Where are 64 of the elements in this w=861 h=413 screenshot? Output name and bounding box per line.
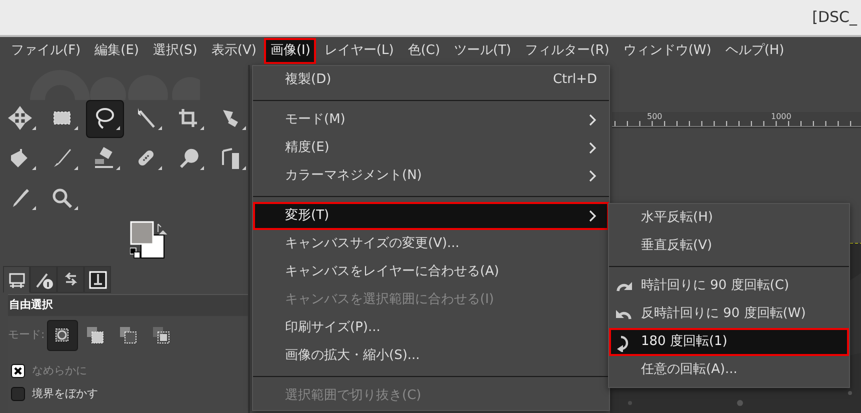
menu-item[interactable]: 印刷サイズ(P)... [253,314,609,342]
checkbox-label: 境界をぼかす [32,386,98,402]
menu-item[interactable]: カラーマネジメント(N) [253,162,609,190]
menu-item[interactable]: ウィンドウ(W) [617,38,718,64]
add-mode-icon [86,326,104,344]
menu-item-label: 時計回りに 90 度回転(C) [641,277,790,296]
menu-item[interactable]: 時計回りに 90 度回転(C) [609,272,849,300]
mode-button[interactable] [46,320,78,350]
menu-item[interactable]: キャンバスサイズの変更(V)... [253,230,609,258]
menu-item-label: 垂直反転(V) [641,237,712,256]
menu-item-label: 任意の回転(A)... [641,361,738,380]
menu-item[interactable]: 任意の回転(A)... [609,356,849,384]
menu-item[interactable]: 画像(I) [264,38,316,64]
menu-item-label: 画像の拡大・縮小(S)... [285,347,420,366]
menu-item-label: キャンバスサイズの変更(V)... [285,235,460,254]
menu-item[interactable]: 表示(V) [205,38,262,64]
checkbox-label: なめらかに [32,362,87,379]
x-icon [13,366,23,376]
menu-item-label: 印刷サイズ(P)... [285,319,380,338]
menu-item-label: 変形(T) [285,207,330,226]
menu-item-label: カラーマネジメント(N) [285,167,422,186]
menu-item-label: 選択範囲で切り抜き(C) [285,387,422,406]
window-title: [DSC_ [812,7,857,28]
menu-item-label: 180 度回転(1) [641,333,728,352]
menu-item-label: キャンバスを選択範囲に合わせる(I) [285,291,494,310]
menu-item[interactable]: レイヤー(L) [318,38,400,64]
shortcut-label: Ctrl+D [552,71,597,90]
menu-item[interactable]: 反時計回りに 90 度回転(W) [609,300,849,328]
menu-item[interactable]: ヘルプ(H) [719,38,790,64]
menu-item[interactable]: モード(M) [253,106,609,134]
menu-item-label: 複製(D) [285,71,332,90]
menu-item[interactable]: 水平反転(H) [609,204,849,232]
menu-item[interactable]: 画像の拡大・縮小(S)... [253,342,609,370]
menu-item-label: モード(M) [285,111,346,130]
menu-item[interactable]: 編集(E) [88,38,145,64]
menu-item[interactable]: 選択(S) [146,38,204,64]
menu-item[interactable]: 複製(D) Ctrl+D [253,66,609,94]
menu-item[interactable]: ファイル(F) [5,38,87,64]
panel-tab[interactable] [30,266,57,293]
intersect-mode-icon [152,326,170,344]
ruler-label: 500 [647,111,662,123]
mode-label: モード: [8,326,45,343]
panel-tab[interactable] [57,266,84,293]
menu-item[interactable]: 垂直反転(V) [609,232,849,260]
menu-item[interactable]: 精度(E) [253,134,609,162]
menu-item-label: 精度(E) [285,139,330,158]
menu-item-label: 反時計回りに 90 度回転(W) [641,305,806,324]
menu-item[interactable]: 変形(T) [253,202,609,230]
menu-item-label: 水平反転(H) [641,209,713,228]
panel-title: 自由選択 [8,295,248,316]
image-tab-icon [88,270,108,290]
menu-item[interactable]: キャンバスをレイヤーに合わせる(A) [253,258,609,286]
menu-item[interactable]: フィルター(R) [519,38,616,64]
menu-item[interactable]: ツール(T) [448,38,518,64]
ruler-label: 1000 [771,111,792,123]
menu-item[interactable]: 色(C) [402,38,446,64]
panel-tab[interactable] [3,266,30,293]
menu-item-label: キャンバスをレイヤーに合わせる(A) [285,263,500,282]
subtract-mode-icon [119,326,138,344]
tool-button[interactable] [86,100,124,138]
menu-item[interactable]: 180 度回転(1) [609,328,849,356]
panel-tab[interactable] [84,266,111,293]
checkbox[interactable] [11,387,25,401]
replace-mode-icon [53,326,72,344]
